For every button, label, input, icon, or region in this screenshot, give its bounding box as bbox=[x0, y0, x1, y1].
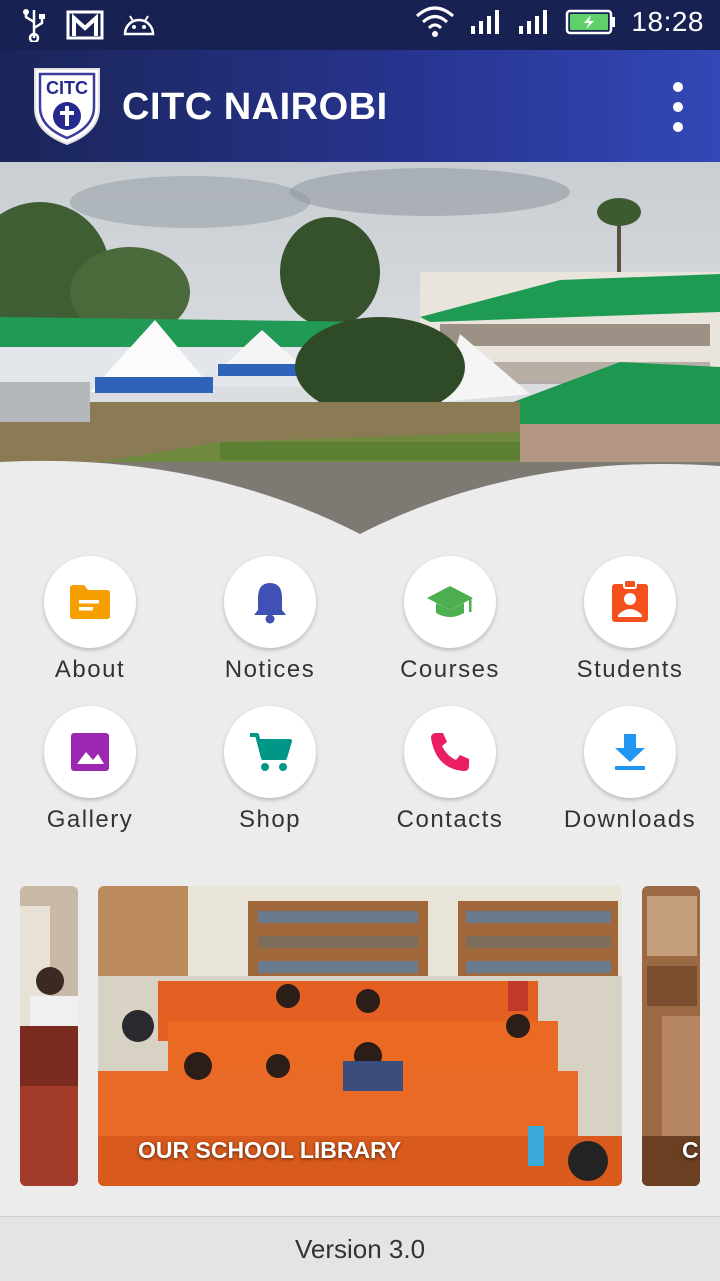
cart-icon bbox=[250, 733, 292, 771]
carousel-slide-previous[interactable] bbox=[20, 886, 78, 1186]
menu-item-courses[interactable]: Courses bbox=[360, 556, 540, 684]
menu-item-downloads[interactable]: Downloads bbox=[540, 706, 720, 834]
wifi-icon bbox=[416, 6, 455, 37]
menu-label: Notices bbox=[224, 656, 316, 683]
image-carousel[interactable]: OUR SCHOOL LIBRARY C... bbox=[0, 886, 720, 1186]
image-icon bbox=[71, 733, 109, 771]
app-bar: CITC CITC NAIROBI bbox=[0, 50, 720, 162]
android-icon bbox=[123, 15, 155, 36]
menu-item-gallery[interactable]: Gallery bbox=[0, 706, 180, 834]
menu-label: Gallery bbox=[46, 806, 134, 833]
usb-icon bbox=[23, 9, 45, 42]
downloads-button[interactable] bbox=[584, 706, 676, 798]
menu-label: Students bbox=[576, 656, 684, 683]
download-icon bbox=[615, 734, 645, 770]
carousel-slide-library[interactable]: OUR SCHOOL LIBRARY bbox=[98, 886, 622, 1186]
carousel-caption: OUR SCHOOL LIBRARY bbox=[138, 1137, 402, 1163]
menu-item-notices[interactable]: Notices bbox=[180, 556, 360, 684]
gmail-icon bbox=[66, 10, 104, 40]
contacts-button[interactable] bbox=[404, 706, 496, 798]
carousel-caption-next: C... bbox=[682, 1137, 700, 1163]
phone-icon bbox=[431, 733, 469, 771]
app-title: CITC NAIROBI bbox=[122, 86, 388, 128]
id-badge-icon bbox=[612, 579, 648, 622]
menu-item-about[interactable]: About bbox=[0, 556, 180, 684]
citc-logo: CITC bbox=[34, 68, 100, 146]
menu-label: Contacts bbox=[396, 806, 504, 833]
bell-icon bbox=[254, 583, 286, 624]
graduation-cap-icon bbox=[427, 586, 473, 617]
students-button[interactable] bbox=[584, 556, 676, 648]
shop-button[interactable] bbox=[224, 706, 316, 798]
signal-icon bbox=[519, 10, 548, 34]
signal-icon bbox=[471, 10, 500, 34]
menu-label: Shop bbox=[238, 806, 302, 833]
menu-item-students[interactable]: Students bbox=[540, 556, 720, 684]
notices-button[interactable] bbox=[224, 556, 316, 648]
menu-item-contacts[interactable]: Contacts bbox=[360, 706, 540, 834]
menu-label: About bbox=[54, 656, 126, 683]
status-clock: 18:28 bbox=[631, 6, 704, 37]
menu-label: Downloads bbox=[563, 806, 697, 833]
status-bar: 18:28 bbox=[0, 0, 720, 50]
about-button[interactable] bbox=[44, 556, 136, 648]
gallery-button[interactable] bbox=[44, 706, 136, 798]
more-vert-icon[interactable] bbox=[666, 82, 690, 132]
carousel-slide-next[interactable]: C... bbox=[642, 886, 700, 1186]
menu-item-shop[interactable]: Shop bbox=[180, 706, 360, 834]
battery-charging-icon bbox=[566, 9, 616, 35]
hero-image bbox=[0, 162, 720, 542]
version-footer: Version 3.0 bbox=[0, 1216, 720, 1281]
courses-button[interactable] bbox=[404, 556, 496, 648]
logo-text: CITC bbox=[46, 78, 88, 98]
menu-label: Courses bbox=[400, 656, 500, 683]
folder-icon bbox=[70, 585, 110, 619]
